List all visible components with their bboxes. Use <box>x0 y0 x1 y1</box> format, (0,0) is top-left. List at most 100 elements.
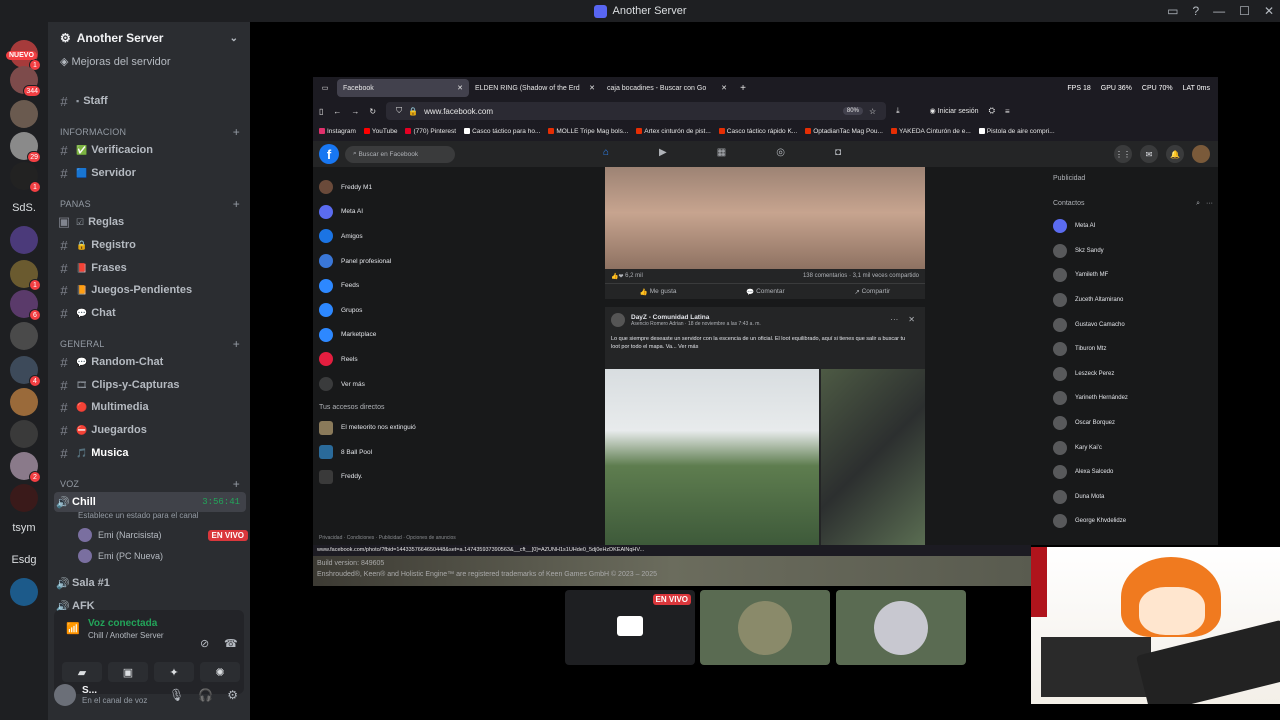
video-icon[interactable]: ▶ <box>659 147 667 158</box>
share-button[interactable]: ↗ Compartir <box>854 284 890 299</box>
zoom-level[interactable]: 80% <box>842 107 863 115</box>
server-header[interactable]: ⚙ Another Server ⌄ <box>48 22 250 54</box>
server-icon-14[interactable]: 2 <box>10 452 41 483</box>
bookmark-item[interactable]: (770) Pinterest <box>405 128 456 135</box>
voice-connection-channel[interactable]: Chill / Another Server <box>88 631 164 640</box>
menu-item[interactable]: Ver más <box>319 372 469 397</box>
settings-icon[interactable]: ⚙ <box>227 688 238 702</box>
tab-elden-ring[interactable]: ELDEN RING (Shadow of the Erd ✕ <box>469 79 601 97</box>
channel-random-chat[interactable]: # 💬 Random-Chat <box>56 352 246 372</box>
menu-item[interactable]: Freddy M1 <box>319 175 469 200</box>
category-general[interactable]: GENERAL + <box>60 337 240 351</box>
shortcut-item[interactable]: El meteorito nos extinguió <box>319 415 469 440</box>
soundboard-button[interactable]: ✺ <box>200 662 240 682</box>
server-icon-10[interactable] <box>10 322 38 350</box>
avatar[interactable] <box>1192 145 1210 163</box>
close-button[interactable]: ✕ <box>1264 4 1274 18</box>
bookmark-item[interactable]: Instagram <box>319 128 356 135</box>
maximize-button[interactable]: ☐ <box>1239 4 1250 18</box>
category-informacion[interactable]: INFORMACION + <box>60 125 240 139</box>
facebook-logo[interactable]: f <box>319 144 339 164</box>
camera-button[interactable]: ▰ <box>62 662 102 682</box>
add-channel-icon[interactable]: + <box>233 337 240 351</box>
contact-item[interactable]: Gustavo Camacho <box>1053 312 1213 337</box>
contact-item[interactable]: Zuceth Altamirano <box>1053 288 1213 313</box>
avatar[interactable] <box>54 684 76 706</box>
voice-status-prompt[interactable]: Establece un estado para el canal <box>78 511 199 520</box>
close-tab-icon[interactable]: ✕ <box>721 84 727 92</box>
shortcut-item[interactable]: 8 Ball Pool <box>319 440 469 465</box>
voice-channel-sala1[interactable]: 🔊 Sala #1 <box>54 573 246 593</box>
contact-item[interactable]: Kary Kai'c <box>1053 435 1213 460</box>
post-image[interactable] <box>821 369 925 545</box>
server-icon-12[interactable] <box>10 388 38 416</box>
menu-item[interactable]: Amigos <box>319 224 469 249</box>
forward-icon[interactable]: → <box>351 107 359 116</box>
channel-chat[interactable]: # 💬 Chat <box>56 303 246 323</box>
sidebar-icon[interactable]: ▯ <box>319 107 323 116</box>
post-image[interactable] <box>605 369 819 545</box>
menu-item[interactable]: Panel profesional <box>319 249 469 274</box>
bookmark-item[interactable]: Pistola de aire compri... <box>978 128 1055 135</box>
menu-item[interactable]: Meta AI <box>319 200 469 225</box>
channel-juegos-pendientes[interactable]: # 📙 Juegos-Pendientes <box>56 280 246 300</box>
address-bar[interactable]: ⛉ 🔒 www.facebook.com 80% ☆ <box>386 102 887 120</box>
stream-tile-user[interactable] <box>836 590 966 665</box>
microphone-icon[interactable]: 🎙 <box>169 688 184 702</box>
contact-item[interactable]: Skz Sandy <box>1053 239 1213 264</box>
menu-grid-icon[interactable]: ⋮⋮ <box>1114 145 1132 163</box>
bookmark-star-icon[interactable]: ☆ <box>869 107 876 116</box>
minimize-button[interactable]: — <box>1213 4 1225 18</box>
server-icon-4[interactable]: 29 <box>10 132 41 163</box>
server-icon-8[interactable]: 1 <box>10 260 41 291</box>
help-icon[interactable]: ? <box>1192 4 1199 18</box>
server-icon-3[interactable] <box>10 100 38 128</box>
gaming-icon[interactable]: ◘ <box>835 147 841 158</box>
channel-multimedia[interactable]: # 🔴 Multimedia <box>56 397 246 417</box>
home-icon[interactable]: ⌂ <box>603 147 609 158</box>
facebook-search[interactable]: ⌕ Buscar en Facebook <box>345 145 455 163</box>
voice-user[interactable]: Emi (PC Nueva) <box>78 547 248 565</box>
channel-registro[interactable]: # 🔒 Registro <box>56 235 246 255</box>
contact-item[interactable]: Oscar Borquez <box>1053 411 1213 436</box>
close-tab-icon[interactable]: ✕ <box>457 84 463 92</box>
channel-verificacion[interactable]: # ✅ Verificacion <box>56 140 246 160</box>
server-icon-13[interactable] <box>10 420 38 448</box>
extensions-icon[interactable]: ⛭ <box>989 106 995 116</box>
server-icon-esdg[interactable]: Esdg <box>10 546 38 574</box>
contact-item[interactable]: Yarineth Hernández <box>1053 386 1213 411</box>
post-engagement[interactable]: 138 comentarios · 3,1 mil veces comparti… <box>803 273 919 279</box>
download-icon[interactable]: ⤓ <box>896 106 900 116</box>
headphones-icon[interactable]: 🎧 <box>198 688 213 702</box>
server-icon-5[interactable]: 1 <box>10 162 41 193</box>
server-icon-7[interactable] <box>10 226 38 254</box>
new-tab-icon[interactable]: + <box>733 83 753 94</box>
activities-button[interactable]: ✦ <box>154 662 194 682</box>
stream-tile-screen[interactable]: EN VIVO <box>565 590 695 665</box>
add-channel-icon[interactable]: + <box>233 197 240 211</box>
server-icon-18[interactable] <box>10 578 38 606</box>
marketplace-icon[interactable]: ▦ <box>717 147 726 158</box>
server-boost-link[interactable]: ◈ Mejoras del servidor <box>60 55 171 68</box>
notifications-icon[interactable]: 🔔 <box>1166 145 1184 163</box>
contact-item[interactable]: Yamileth MF <box>1053 263 1213 288</box>
reaction-icons[interactable]: 👍❤ <box>611 273 625 280</box>
inbox-icon[interactable]: ▭ <box>1167 4 1178 18</box>
contact-item[interactable]: Alexa Salcedo <box>1053 460 1213 485</box>
groups-icon[interactable]: ◎ <box>776 147 785 158</box>
add-channel-icon[interactable]: + <box>233 125 240 139</box>
screen-share-button[interactable]: ▣ <box>108 662 148 682</box>
contact-item[interactable]: Duna Mota <box>1053 485 1213 510</box>
bookmark-item[interactable]: OptadianTac Mag Pou... <box>805 128 883 135</box>
bookmark-item[interactable]: MOLLE Tripe Mag bols... <box>548 128 628 135</box>
channel-clips-y-capturas[interactable]: # 🎞 Clips-y-Capturas <box>56 375 246 395</box>
contact-item[interactable]: George Khvdelidze <box>1053 509 1213 534</box>
server-icon-9[interactable]: 6 <box>10 290 41 321</box>
more-options-icon[interactable]: ··· <box>890 315 898 324</box>
bookmark-item[interactable]: Casco táctico para ho... <box>464 128 540 135</box>
menu-item[interactable]: Feeds <box>319 273 469 298</box>
stream-tile-user[interactable] <box>700 590 830 665</box>
menu-item[interactable]: Reels <box>319 347 469 372</box>
contact-item[interactable]: Leszeck Perez <box>1053 362 1213 387</box>
reload-icon[interactable]: ↻ <box>369 107 376 116</box>
